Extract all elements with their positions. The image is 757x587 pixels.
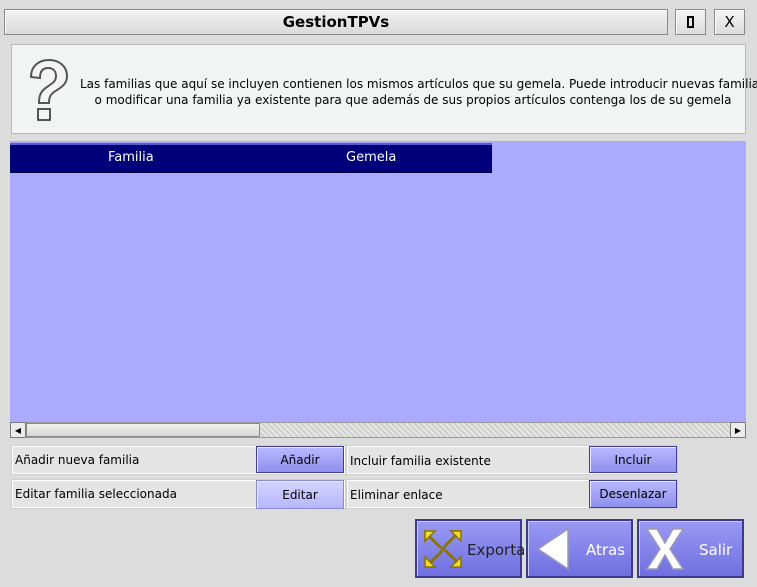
- exit-label: Salir: [699, 541, 733, 559]
- include-button[interactable]: Incluir: [589, 446, 677, 473]
- question-icon: [29, 58, 69, 121]
- scroll-left-button[interactable]: ◀: [10, 422, 26, 438]
- info-line-1: Las familias que aquí se incluyen contie…: [80, 77, 757, 91]
- close-button[interactable]: X: [714, 9, 745, 35]
- include-family-label: Incluir familia existente: [350, 454, 491, 468]
- add-button[interactable]: Añadir: [256, 446, 344, 473]
- edit-button[interactable]: Editar: [256, 480, 344, 509]
- export-label: Exportar: [467, 541, 532, 559]
- window-title-bar: GestionTPVs: [4, 9, 668, 35]
- scrollbar-thumb[interactable]: [26, 423, 260, 437]
- add-family-label: Añadir nueva familia: [15, 453, 140, 467]
- exit-x-icon: [645, 528, 685, 570]
- info-text: Las familias que aquí se incluyen contie…: [80, 76, 757, 108]
- close-label: X: [724, 13, 735, 31]
- families-grid[interactable]: [10, 141, 746, 423]
- back-arrow-icon: [536, 527, 569, 571]
- maximize-button[interactable]: [675, 9, 706, 35]
- back-label: Atras: [586, 541, 626, 559]
- window-title: GestionTPVs: [282, 13, 390, 31]
- export-arrows-icon: [423, 529, 463, 569]
- maximize-icon: [687, 16, 694, 28]
- info-line-2: o modificar una familia ya existente par…: [94, 93, 732, 107]
- back-button[interactable]: Atras: [526, 519, 633, 578]
- edit-family-label: Editar familia seleccionada: [15, 487, 177, 501]
- column-header-gemela[interactable]: Gemela: [346, 150, 396, 165]
- grid-header: [10, 143, 492, 173]
- delete-link-label: Eliminar enlace: [350, 488, 443, 502]
- unlink-button[interactable]: Desenlazar: [589, 480, 677, 508]
- exit-button[interactable]: Salir: [637, 519, 744, 578]
- scroll-right-button[interactable]: ▶: [730, 422, 746, 438]
- scroll-right-icon: ▶: [734, 425, 742, 435]
- column-header-familia[interactable]: Familia: [108, 150, 154, 165]
- scroll-left-icon: ◀: [14, 425, 22, 435]
- export-button[interactable]: Exportar: [415, 519, 531, 578]
